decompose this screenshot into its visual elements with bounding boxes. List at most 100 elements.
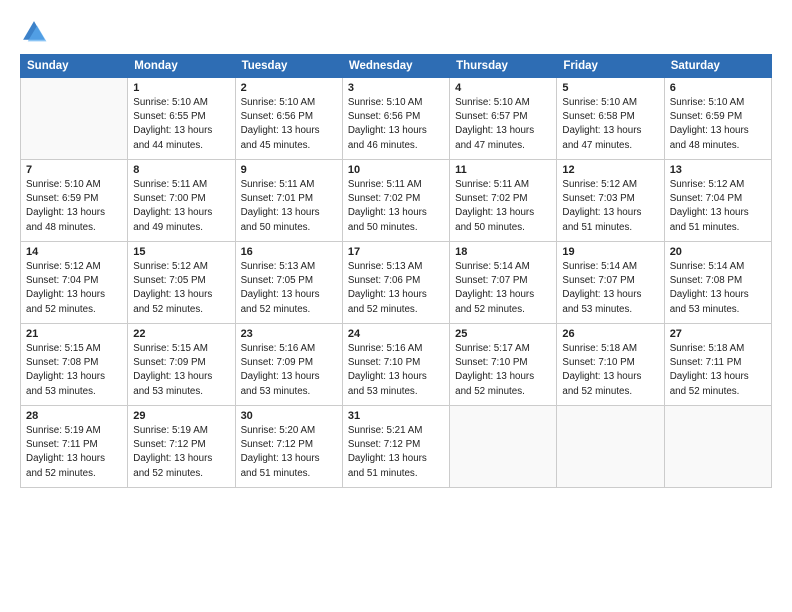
day-detail: Sunrise: 5:10 AMSunset: 6:57 PMDaylight:… — [455, 96, 551, 153]
calendar-cell: 16Sunrise: 5:13 AMSunset: 7:05 PMDayligh… — [235, 242, 342, 324]
day-detail: Sunrise: 5:14 AMSunset: 7:08 PMDaylight:… — [670, 260, 766, 317]
day-detail: Sunrise: 5:10 AMSunset: 6:56 PMDaylight:… — [241, 96, 337, 153]
day-number: 16 — [241, 246, 337, 258]
day-detail: Sunrise: 5:12 AMSunset: 7:04 PMDaylight:… — [26, 260, 122, 317]
day-detail: Sunrise: 5:19 AMSunset: 7:12 PMDaylight:… — [133, 424, 229, 481]
day-number: 26 — [562, 328, 658, 340]
calendar-cell: 7Sunrise: 5:10 AMSunset: 6:59 PMDaylight… — [21, 160, 128, 242]
weekday-header-thursday: Thursday — [450, 55, 557, 78]
calendar-cell: 25Sunrise: 5:17 AMSunset: 7:10 PMDayligh… — [450, 324, 557, 406]
day-detail: Sunrise: 5:14 AMSunset: 7:07 PMDaylight:… — [455, 260, 551, 317]
day-number: 1 — [133, 82, 229, 94]
calendar-cell — [450, 406, 557, 488]
calendar-cell: 28 Sunrise: 5:19 AMSunset: 7:11 PMDayligh… — [21, 406, 128, 488]
logo-icon — [20, 18, 48, 46]
day-number: 13 — [670, 164, 766, 176]
header — [20, 18, 772, 46]
day-number: 30 — [241, 410, 337, 422]
logo — [20, 18, 52, 46]
day-number: 18 — [455, 246, 551, 258]
day-detail: Sunrise: 5:17 AMSunset: 7:10 PMDaylight:… — [455, 342, 551, 399]
calendar-cell — [21, 78, 128, 160]
day-detail: Sunrise: 5:15 AMSunset: 7:09 PMDaylight:… — [133, 342, 229, 399]
week-row-2: 7Sunrise: 5:10 AMSunset: 6:59 PMDaylight… — [21, 160, 772, 242]
day-detail: Sunrise: 5:10 AMSunset: 6:59 PMDaylight:… — [670, 96, 766, 153]
day-number: 24 — [348, 328, 444, 340]
day-number: 4 — [455, 82, 551, 94]
day-number: 14 — [26, 246, 122, 258]
day-detail: Sunrise: 5:12 AMSunset: 7:05 PMDaylight:… — [133, 260, 229, 317]
day-number: 3 — [348, 82, 444, 94]
week-row-5: 28 Sunrise: 5:19 AMSunset: 7:11 PMDayligh… — [21, 406, 772, 488]
day-detail: Sunrise: 5:15 AMSunset: 7:08 PMDaylight:… — [26, 342, 122, 399]
weekday-header-saturday: Saturday — [664, 55, 771, 78]
week-row-3: 14 Sunrise: 5:12 AMSunset: 7:04 PMDayligh… — [21, 242, 772, 324]
day-number: 22 — [133, 328, 229, 340]
weekday-header-monday: Monday — [128, 55, 235, 78]
day-number: 17 — [348, 246, 444, 258]
page: SundayMondayTuesdayWednesdayThursdayFrid… — [0, 0, 792, 612]
day-number: 5 — [562, 82, 658, 94]
day-number: 2 — [241, 82, 337, 94]
day-detail: Sunrise: 5:12 AMSunset: 7:03 PMDaylight:… — [562, 178, 658, 235]
day-number: 27 — [670, 328, 766, 340]
day-detail: Sunrise: 5:18 AMSunset: 7:10 PMDaylight:… — [562, 342, 658, 399]
day-detail: Sunrise: 5:12 AMSunset: 7:04 PMDaylight:… — [670, 178, 766, 235]
day-number: 15 — [133, 246, 229, 258]
calendar-cell: 6 Sunrise: 5:10 AMSunset: 6:59 PMDaylight… — [664, 78, 771, 160]
calendar-cell: 5 Sunrise: 5:10 AMSunset: 6:58 PMDaylight… — [557, 78, 664, 160]
day-number: 20 — [670, 246, 766, 258]
calendar-table: SundayMondayTuesdayWednesdayThursdayFrid… — [20, 54, 772, 488]
weekday-header-row: SundayMondayTuesdayWednesdayThursdayFrid… — [21, 55, 772, 78]
calendar-cell: 14 Sunrise: 5:12 AMSunset: 7:04 PMDayligh… — [21, 242, 128, 324]
week-row-1: 1Sunrise: 5:10 AMSunset: 6:55 PMDaylight… — [21, 78, 772, 160]
calendar-cell: 26 Sunrise: 5:18 AMSunset: 7:10 PMDayligh… — [557, 324, 664, 406]
calendar-cell: 27 Sunrise: 5:18 AMSunset: 7:11 PMDayligh… — [664, 324, 771, 406]
day-number: 10 — [348, 164, 444, 176]
calendar-cell: 31 Sunrise: 5:21 AMSunset: 7:12 PMDayligh… — [342, 406, 449, 488]
day-number: 28 — [26, 410, 122, 422]
day-number: 29 — [133, 410, 229, 422]
calendar-cell: 11 Sunrise: 5:11 AMSunset: 7:02 PMDayligh… — [450, 160, 557, 242]
calendar-cell: 29 Sunrise: 5:19 AMSunset: 7:12 PMDayligh… — [128, 406, 235, 488]
day-detail: Sunrise: 5:18 AMSunset: 7:11 PMDaylight:… — [670, 342, 766, 399]
day-detail: Sunrise: 5:10 AMSunset: 6:56 PMDaylight:… — [348, 96, 444, 153]
weekday-header-wednesday: Wednesday — [342, 55, 449, 78]
day-number: 31 — [348, 410, 444, 422]
calendar-cell: 13 Sunrise: 5:12 AMSunset: 7:04 PMDayligh… — [664, 160, 771, 242]
day-number: 6 — [670, 82, 766, 94]
weekday-header-sunday: Sunday — [21, 55, 128, 78]
calendar-cell: 20 Sunrise: 5:14 AMSunset: 7:08 PMDayligh… — [664, 242, 771, 324]
calendar-cell: 21 Sunrise: 5:15 AMSunset: 7:08 PMDayligh… — [21, 324, 128, 406]
calendar-cell: 10Sunrise: 5:11 AMSunset: 7:02 PMDayligh… — [342, 160, 449, 242]
day-number: 12 — [562, 164, 658, 176]
day-detail: Sunrise: 5:11 AMSunset: 7:00 PMDaylight:… — [133, 178, 229, 235]
calendar-cell: 23 Sunrise: 5:16 AMSunset: 7:09 PMDayligh… — [235, 324, 342, 406]
calendar-cell: 17 Sunrise: 5:13 AMSunset: 7:06 PMDayligh… — [342, 242, 449, 324]
day-detail: Sunrise: 5:11 AMSunset: 7:02 PMDaylight:… — [455, 178, 551, 235]
calendar-cell: 12 Sunrise: 5:12 AMSunset: 7:03 PMDayligh… — [557, 160, 664, 242]
day-detail: Sunrise: 5:13 AMSunset: 7:06 PMDaylight:… — [348, 260, 444, 317]
calendar-cell: 18 Sunrise: 5:14 AMSunset: 7:07 PMDayligh… — [450, 242, 557, 324]
day-number: 23 — [241, 328, 337, 340]
day-detail: Sunrise: 5:10 AMSunset: 6:59 PMDaylight:… — [26, 178, 122, 235]
calendar-cell: 30Sunrise: 5:20 AMSunset: 7:12 PMDayligh… — [235, 406, 342, 488]
calendar-cell: 4 Sunrise: 5:10 AMSunset: 6:57 PMDaylight… — [450, 78, 557, 160]
day-detail: Sunrise: 5:19 AMSunset: 7:11 PMDaylight:… — [26, 424, 122, 481]
calendar-cell: 19Sunrise: 5:14 AMSunset: 7:07 PMDayligh… — [557, 242, 664, 324]
calendar-cell: 24Sunrise: 5:16 AMSunset: 7:10 PMDayligh… — [342, 324, 449, 406]
calendar-cell: 3 Sunrise: 5:10 AMSunset: 6:56 PMDaylight… — [342, 78, 449, 160]
day-number: 21 — [26, 328, 122, 340]
weekday-header-friday: Friday — [557, 55, 664, 78]
day-detail: Sunrise: 5:10 AMSunset: 6:58 PMDaylight:… — [562, 96, 658, 153]
calendar-cell — [664, 406, 771, 488]
calendar-cell: 15 Sunrise: 5:12 AMSunset: 7:05 PMDayligh… — [128, 242, 235, 324]
weekday-header-tuesday: Tuesday — [235, 55, 342, 78]
day-number: 11 — [455, 164, 551, 176]
day-detail: Sunrise: 5:21 AMSunset: 7:12 PMDaylight:… — [348, 424, 444, 481]
calendar-cell: 1Sunrise: 5:10 AMSunset: 6:55 PMDaylight… — [128, 78, 235, 160]
calendar-cell: 2 Sunrise: 5:10 AMSunset: 6:56 PMDaylight… — [235, 78, 342, 160]
day-number: 19 — [562, 246, 658, 258]
day-detail: Sunrise: 5:16 AMSunset: 7:09 PMDaylight:… — [241, 342, 337, 399]
day-number: 9 — [241, 164, 337, 176]
